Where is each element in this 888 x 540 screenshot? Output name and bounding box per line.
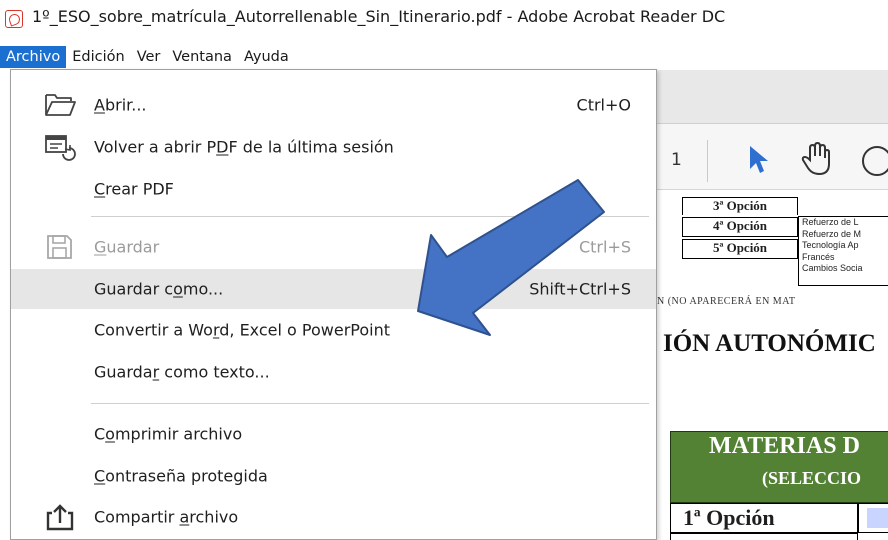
acrobat-toolbar	[656, 124, 888, 190]
menu-ver[interactable]: Ver	[131, 46, 167, 68]
menu-item-guardar-como[interactable]: Guardar como... Shift+Ctrl+S	[11, 269, 656, 309]
subject-item: Cambios Socia	[802, 263, 863, 273]
zoom-out-icon[interactable]	[862, 146, 888, 176]
menu-archivo[interactable]: Archivo	[0, 46, 67, 68]
menu-bar: Archivo Edición Ver Ventana Ayuda	[0, 46, 295, 68]
menu-item-contrasena[interactable]: Contraseña protegida	[11, 456, 656, 496]
reopen-pdf-icon	[45, 135, 76, 161]
menu-separator	[91, 403, 649, 404]
title-bar: 1º_ESO_sobre_matrícula_Autorrellenable_S…	[0, 0, 888, 44]
folder-open-icon	[45, 94, 76, 116]
page-number-field[interactable]: 1	[671, 150, 682, 170]
shortcut-label: Ctrl+S	[578, 237, 631, 257]
option-label: 4ª Opción	[682, 217, 798, 237]
menu-separator	[91, 216, 649, 217]
save-icon	[47, 235, 72, 259]
menu-edicion[interactable]: Edición	[66, 46, 130, 68]
menu-ayuda[interactable]: Ayuda	[238, 46, 295, 68]
menu-item-reopen[interactable]: Volver a abrir PDF de la última sesión	[11, 127, 656, 167]
option-label: 5ª Opción	[682, 239, 798, 259]
truncated-note: N (NO APARECERÁ EN MAT	[657, 296, 796, 307]
select-tool-icon[interactable]	[748, 145, 770, 175]
table-row	[670, 533, 858, 540]
menu-item-abrir[interactable]: Abrir... Ctrl+O	[11, 85, 656, 125]
file-menu-dropdown: Abrir... Ctrl+O Volver a abrir PDF de la…	[10, 69, 657, 540]
tab-strip	[656, 70, 888, 124]
menu-item-comprimir[interactable]: Comprimir archivo	[11, 414, 656, 454]
toolbar-separator	[707, 140, 708, 182]
form-field-cell[interactable]	[858, 503, 888, 533]
table-subtitle: (SELECCIO	[762, 468, 862, 488]
subject-item: Refuerzo de M	[802, 228, 862, 239]
hand-tool-icon[interactable]	[800, 142, 832, 176]
acrobat-pdf-icon	[5, 10, 23, 28]
subject-item: Tecnología Ap	[802, 240, 859, 250]
shortcut-label: Ctrl+O	[576, 95, 631, 115]
menu-item-compartir[interactable]: Compartir archivo	[11, 497, 656, 537]
document-heading: IÓN AUTONÓMIC	[663, 330, 876, 357]
menu-item-guardar: Guardar Ctrl+S	[11, 227, 656, 267]
share-icon	[46, 504, 74, 531]
menu-item-convertir[interactable]: Convertir a Word, Excel o PowerPoint	[11, 310, 656, 350]
option-label: 3ª Opción	[682, 197, 798, 215]
table-title: MATERIAS D	[709, 433, 860, 459]
subject-item: Francés	[802, 251, 835, 262]
menu-ventana[interactable]: Ventana	[166, 46, 238, 68]
shortcut-label: Shift+Ctrl+S	[529, 279, 631, 299]
table-row-label: 1ª Opción	[670, 503, 858, 533]
window-title: 1º_ESO_sobre_matrícula_Autorrellenable_S…	[32, 7, 726, 26]
menu-item-guardar-texto[interactable]: Guardar como texto...	[11, 352, 656, 392]
subject-list: Refuerzo de L Refuerzo de M Tecnología A…	[798, 216, 888, 286]
menu-item-crear-pdf[interactable]: Crear PDF	[11, 169, 656, 209]
subject-item: Refuerzo de L	[802, 217, 859, 227]
